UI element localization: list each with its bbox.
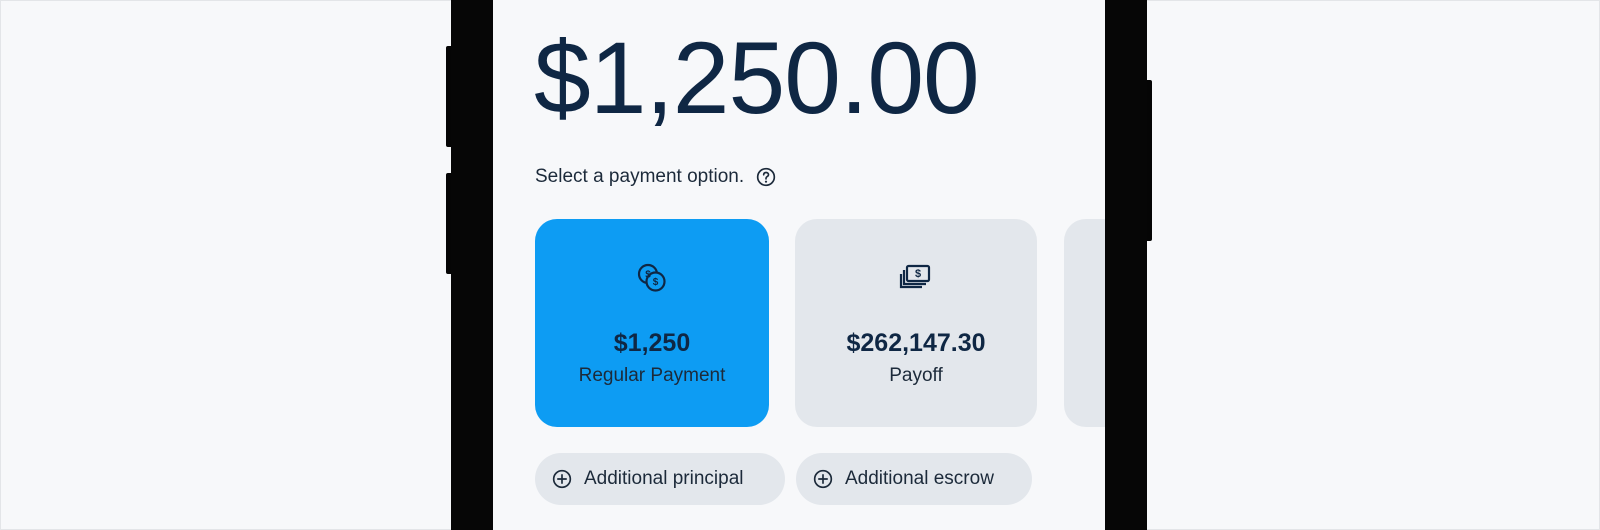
plus-circle-icon — [813, 469, 833, 489]
payment-option-prompt: Select a payment option. — [535, 166, 776, 188]
plus-circle-icon — [552, 469, 572, 489]
additional-principal-button[interactable]: Additional principal — [535, 453, 785, 505]
additional-principal-label: Additional principal — [584, 468, 744, 489]
additional-escrow-label: Additional escrow — [845, 468, 994, 489]
payment-amount: $1,250.00 — [534, 21, 980, 135]
help-icon[interactable] — [756, 167, 776, 187]
regular-payment-label: Regular Payment — [578, 365, 726, 386]
svg-text:$: $ — [645, 270, 651, 281]
regular-payment-value: $1,250 — [613, 329, 691, 357]
additional-escrow-button[interactable]: Additional escrow — [796, 453, 1032, 505]
svg-text:$: $ — [915, 268, 921, 280]
coins-icon: $ $ — [637, 263, 666, 292]
payoff-option[interactable]: $ $262,147.30 Payoff — [795, 219, 1037, 427]
additional-payment-option-partial[interactable] — [1064, 219, 1105, 427]
payoff-value: $262,147.30 — [846, 329, 986, 357]
svg-text:$: $ — [653, 277, 659, 288]
cash-stack-icon: $ — [899, 264, 931, 289]
regular-payment-option[interactable]: $ $ $1,250 Regular Payment — [535, 219, 769, 427]
payoff-label: Payoff — [889, 365, 943, 386]
payment-option-prompt-text: Select a payment option. — [535, 166, 745, 187]
payment-screen: $1,250.00 Select a payment option. $ $ $… — [493, 0, 1105, 530]
